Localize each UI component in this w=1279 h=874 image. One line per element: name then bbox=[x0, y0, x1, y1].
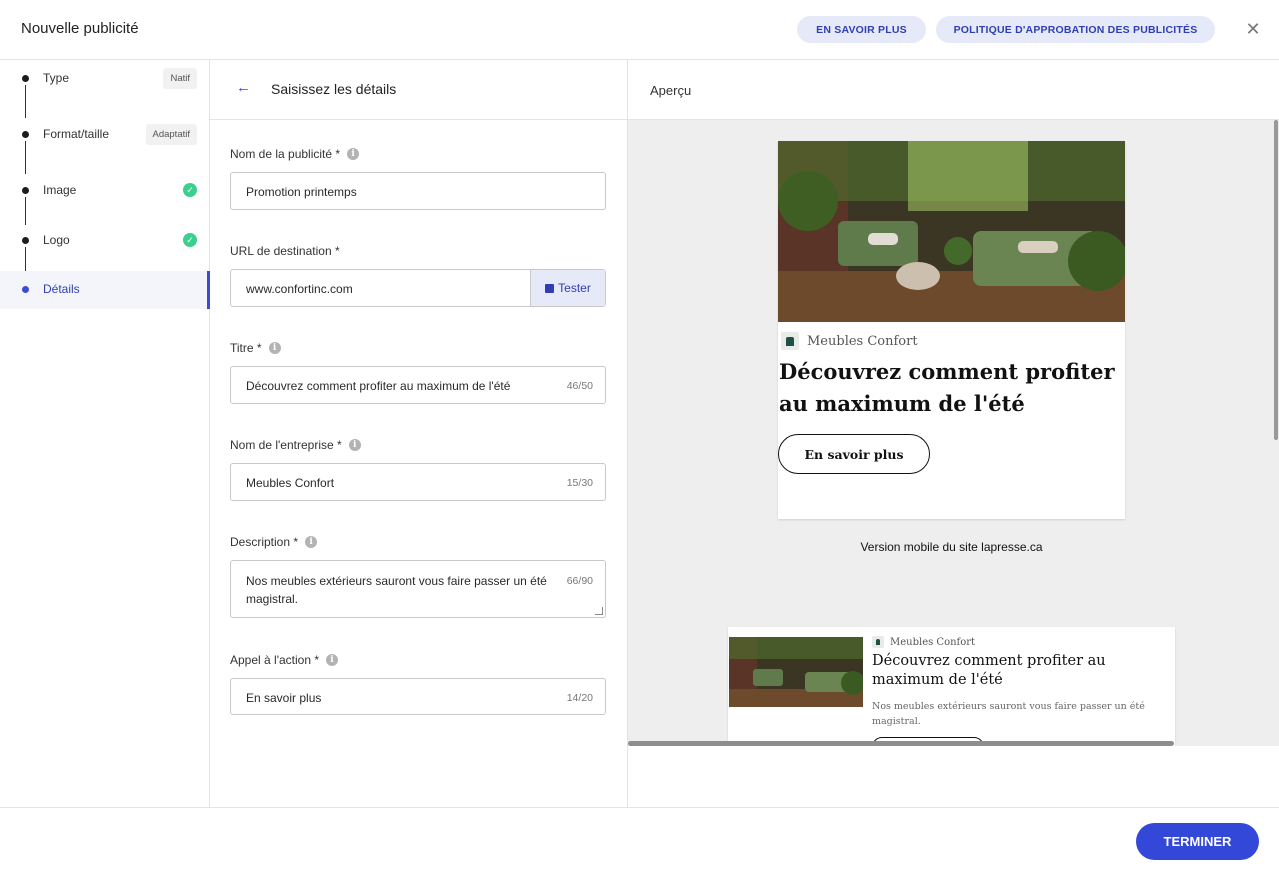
ad-name-value: Promotion printemps bbox=[246, 185, 357, 199]
url-label-text: URL de destination * bbox=[230, 244, 340, 258]
ad-brand: Meubles Confort bbox=[781, 332, 918, 350]
patio-thumbnail bbox=[729, 637, 863, 707]
form-title: Saisissez les détails bbox=[271, 81, 397, 97]
step-image[interactable]: Image ✓ bbox=[0, 172, 209, 210]
preview-canvas[interactable]: Meubles Confort Découvrez comment profit… bbox=[628, 120, 1279, 746]
info-icon[interactable]: i bbox=[348, 439, 361, 451]
ad-cta-button[interactable]: En savoir plus bbox=[778, 434, 930, 474]
ad-preview-card: Meubles Confort Découvrez comment profit… bbox=[778, 141, 1125, 519]
url-value: www.confortinc.com bbox=[246, 282, 353, 296]
step-dot bbox=[22, 237, 29, 244]
ad-image bbox=[778, 141, 1125, 322]
title-label: Titre * i bbox=[230, 341, 281, 355]
learn-more-button[interactable]: EN SAVOIR PLUS bbox=[797, 16, 926, 43]
step-dot bbox=[22, 75, 29, 82]
company-char-count: 15/30 bbox=[566, 477, 593, 489]
preview-caption: Version mobile du site lapresse.ca bbox=[860, 540, 1043, 554]
step-format[interactable]: Format/taille Adaptatif bbox=[0, 116, 209, 154]
header: Nouvelle publicité EN SAVOIR PLUS POLITI… bbox=[0, 0, 1279, 60]
step-dot bbox=[22, 131, 29, 138]
steps-sidebar: Type Natif Format/taille Adaptatif Image… bbox=[0, 60, 210, 807]
form-header: ← Saisissez les détails bbox=[210, 60, 627, 120]
close-icon[interactable]: ✕ bbox=[1244, 18, 1262, 40]
cta-label-text: Appel à l'action * bbox=[230, 653, 320, 667]
info-icon[interactable]: i bbox=[326, 654, 339, 666]
external-link-icon bbox=[545, 283, 555, 293]
ad-name-input[interactable]: Promotion printemps bbox=[230, 172, 606, 210]
ad-brand-name: Meubles Confort bbox=[807, 333, 918, 349]
url-label: URL de destination * bbox=[230, 244, 340, 258]
resize-handle[interactable] bbox=[595, 607, 603, 615]
step-label: Type bbox=[43, 71, 70, 85]
info-icon[interactable]: i bbox=[268, 342, 281, 354]
company-label-text: Nom de l'entreprise * bbox=[230, 438, 342, 452]
cta-input[interactable]: En savoir plus 14/20 bbox=[230, 678, 606, 715]
footer: TERMINER bbox=[0, 807, 1279, 874]
check-icon: ✓ bbox=[183, 183, 197, 197]
brand-logo-icon bbox=[781, 332, 799, 350]
ad-brand-name-small: Meubles Confort bbox=[890, 636, 976, 648]
check-icon: ✓ bbox=[183, 233, 197, 247]
details-form: ← Saisissez les détails Nom de la public… bbox=[210, 60, 628, 807]
step-label: Logo bbox=[43, 233, 70, 247]
ad-description-small: Nos meubles extérieurs sauront vous fair… bbox=[872, 701, 1145, 727]
step-label: Détails bbox=[43, 282, 80, 296]
ad-headline-small: Découvrez comment profiter au maximum de… bbox=[872, 653, 1106, 688]
url-input[interactable]: www.confortinc.com Tester bbox=[230, 269, 606, 307]
step-badge: Natif bbox=[163, 68, 197, 89]
step-type[interactable]: Type Natif bbox=[0, 60, 209, 98]
ad-name-label-text: Nom de la publicité * bbox=[230, 147, 341, 161]
step-dot bbox=[22, 187, 29, 194]
ad-name-label: Nom de la publicité * i bbox=[230, 147, 360, 161]
title-input[interactable]: Découvrez comment profiter au maximum de… bbox=[230, 366, 606, 404]
title-label-text: Titre * bbox=[230, 341, 262, 355]
approval-policy-button[interactable]: POLITIQUE D'APPROBATION DES PUBLICITÉS bbox=[936, 16, 1215, 43]
step-dot bbox=[22, 286, 29, 293]
step-logo[interactable]: Logo ✓ bbox=[0, 222, 209, 260]
horizontal-scrollbar[interactable] bbox=[628, 741, 1174, 746]
step-label: Format/taille bbox=[43, 127, 110, 141]
title-char-count: 46/50 bbox=[566, 380, 593, 392]
ad-thumbnail bbox=[729, 637, 863, 707]
description-textarea[interactable]: Nos meubles extérieurs sauront vous fair… bbox=[230, 560, 606, 618]
info-icon[interactable]: i bbox=[347, 148, 360, 160]
company-value: Meubles Confort bbox=[246, 476, 335, 490]
info-icon[interactable]: i bbox=[305, 536, 318, 548]
description-char-count: 66/90 bbox=[566, 575, 593, 587]
back-arrow-icon[interactable]: ← bbox=[236, 79, 251, 96]
brand-logo-icon bbox=[872, 636, 884, 648]
description-label: Description * i bbox=[230, 535, 318, 549]
test-url-button[interactable]: Tester bbox=[530, 270, 605, 306]
description-label-text: Description * bbox=[230, 535, 299, 549]
page-title: Nouvelle publicité bbox=[21, 20, 139, 37]
title-value: Découvrez comment profiter au maximum de… bbox=[246, 379, 511, 393]
vertical-scrollbar[interactable] bbox=[1274, 120, 1278, 440]
step-details[interactable]: Détails bbox=[0, 271, 210, 309]
description-value: Nos meubles extérieurs sauront vous fair… bbox=[246, 574, 547, 606]
test-url-label: Tester bbox=[558, 281, 591, 295]
preview-panel: Aperçu Meubles Confort Découvrez comment… bbox=[628, 60, 1279, 807]
preview-title: Aperçu bbox=[650, 83, 692, 98]
patio-photo bbox=[778, 141, 1125, 322]
company-input[interactable]: Meubles Confort 15/30 bbox=[230, 463, 606, 501]
step-badge: Adaptatif bbox=[145, 124, 197, 145]
step-label: Image bbox=[43, 183, 77, 197]
preview-header: Aperçu bbox=[628, 60, 1279, 120]
finish-button[interactable]: TERMINER bbox=[1136, 823, 1259, 860]
cta-value: En savoir plus bbox=[246, 691, 322, 705]
ad-headline: Découvrez comment profiter au maximum de… bbox=[779, 359, 1115, 416]
company-label: Nom de l'entreprise * i bbox=[230, 438, 361, 452]
cta-label: Appel à l'action * i bbox=[230, 653, 339, 667]
ad-preview-card-desktop: Meubles Confort Découvrez comment profit… bbox=[728, 627, 1175, 746]
cta-char-count: 14/20 bbox=[566, 692, 593, 704]
ad-brand-small: Meubles Confort bbox=[872, 636, 975, 648]
